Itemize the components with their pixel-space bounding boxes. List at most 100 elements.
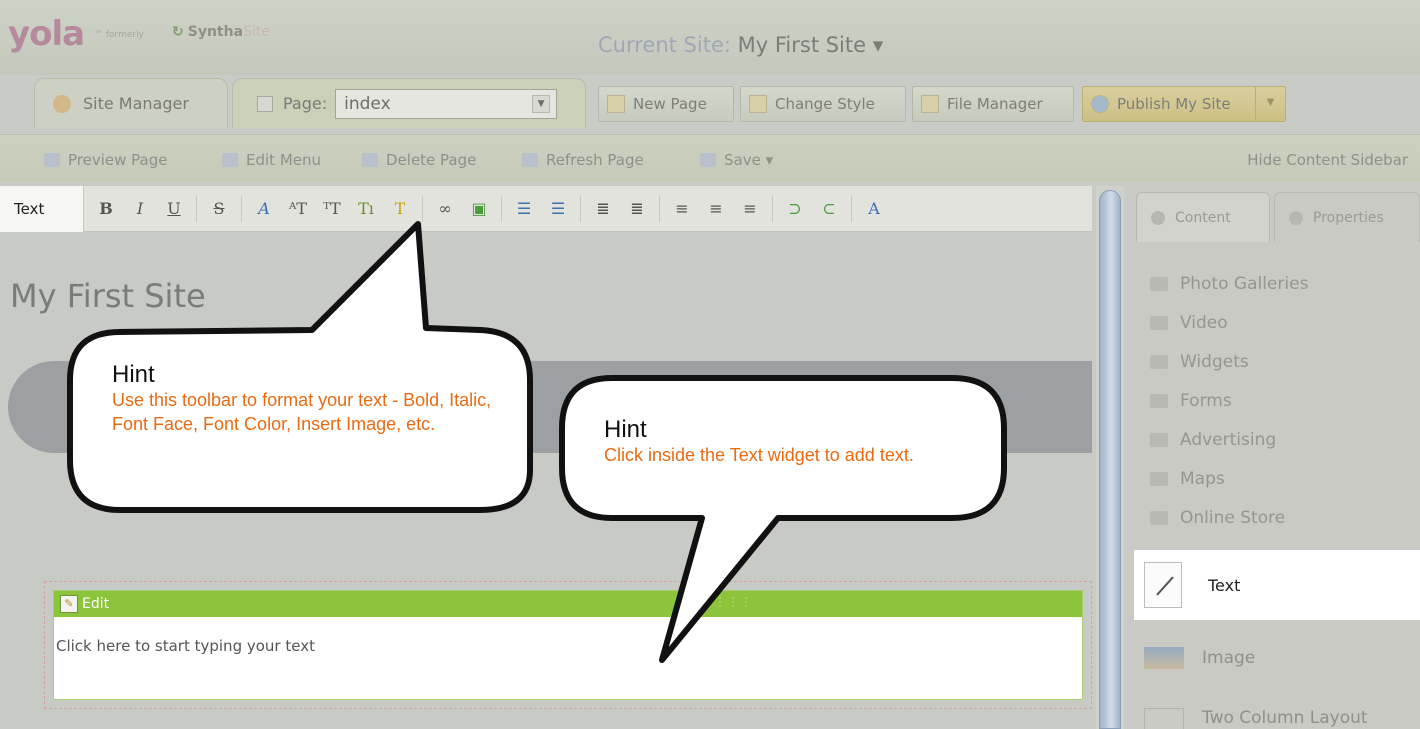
- trademark-mark: ™: [94, 30, 103, 40]
- clean-icon[interactable]: A: [862, 197, 886, 221]
- content-tab-icon: [1151, 210, 1165, 225]
- page-select-value: index: [344, 93, 391, 114]
- image-icon: [1144, 647, 1184, 669]
- two-column-layout-tool[interactable]: Two Column Layout: [1144, 708, 1368, 729]
- two-column-layout-label: Two Column Layout: [1202, 708, 1368, 728]
- file-manager-label: File Manager: [947, 95, 1043, 113]
- hint-content: Hint Click inside the Text widget to add…: [604, 416, 1004, 468]
- save-button[interactable]: Save ▾: [700, 151, 773, 169]
- trash-icon: [362, 153, 378, 167]
- sidebar-item-label: Online Store: [1180, 507, 1286, 528]
- new-page-icon: [607, 95, 625, 113]
- tab-content[interactable]: Content: [1136, 192, 1270, 242]
- folder-icon: [1150, 510, 1168, 525]
- text-widget-tool-label: Text: [1208, 575, 1241, 595]
- current-site-name[interactable]: My First Site ▾: [738, 33, 884, 57]
- toolbar-divider: [772, 195, 773, 222]
- current-site-selector[interactable]: Current Site: My First Site ▾: [598, 33, 883, 57]
- sidebar-item-label: Maps: [1180, 468, 1225, 489]
- sidebar-item-label: Photo Galleries: [1180, 273, 1309, 294]
- site-manager-icon: [53, 94, 71, 113]
- new-page-button[interactable]: New Page: [598, 86, 734, 122]
- align-left-icon[interactable]: ≡: [670, 197, 694, 221]
- folder-icon: [1150, 354, 1168, 369]
- text-widget-tool[interactable]: Text: [1134, 550, 1420, 620]
- globe-icon: [1091, 95, 1109, 113]
- sidebar-item-maps[interactable]: Maps: [1150, 459, 1308, 498]
- properties-tab-icon: [1289, 210, 1303, 225]
- sidebar-item-online-store[interactable]: Online Store: [1150, 498, 1308, 537]
- tab-site-manager[interactable]: Site Manager: [34, 78, 228, 128]
- sidebar-item-widgets[interactable]: Widgets: [1150, 342, 1308, 381]
- folder-icon: [1150, 393, 1168, 408]
- sidebar-item-video[interactable]: Video: [1150, 303, 1308, 342]
- scrollbar-thumb[interactable]: [1099, 190, 1121, 729]
- indent-icon[interactable]: ≣: [625, 197, 649, 221]
- toolbar-hint-bubble: Hint Use this toolbar to format your tex…: [60, 180, 540, 520]
- tab-site-manager-label: Site Manager: [83, 94, 189, 113]
- folder-icon: [1150, 276, 1168, 291]
- undo-icon[interactable]: ⊃: [783, 197, 807, 221]
- align-center-icon[interactable]: ≡: [704, 197, 728, 221]
- hint-title: Hint: [604, 416, 647, 443]
- tab-properties-label: Properties: [1313, 209, 1384, 226]
- yola-logo[interactable]: yola: [8, 14, 85, 54]
- sidebar-item-label: Advertising: [1180, 429, 1277, 450]
- change-style-icon: [749, 95, 767, 113]
- page-actions-toolbar: Preview Page Edit Menu Delete Page Refre…: [0, 134, 1420, 182]
- sidebar-item-photo-galleries[interactable]: Photo Galleries: [1150, 264, 1308, 303]
- sidebar-item-label: Forms: [1180, 390, 1232, 411]
- tab-page[interactable]: Page: index ▼: [232, 78, 586, 128]
- magnifier-icon: [44, 153, 60, 167]
- refresh-page-label: Refresh Page: [546, 151, 644, 169]
- chevron-down-icon[interactable]: ▼: [532, 94, 551, 113]
- menu-icon: [222, 153, 238, 167]
- redo-icon[interactable]: ⊂: [817, 197, 841, 221]
- delete-page-button[interactable]: Delete Page: [362, 151, 476, 169]
- publish-button[interactable]: Publish My Site ▼: [1082, 86, 1286, 122]
- sidebar-item-advertising[interactable]: Advertising: [1150, 420, 1308, 459]
- tab-properties[interactable]: Properties: [1274, 192, 1420, 242]
- toolbar-divider: [580, 195, 581, 222]
- page-label: Page:: [283, 94, 328, 113]
- refresh-page-button[interactable]: Refresh Page: [522, 151, 644, 169]
- hint-body: Click inside the Text widget to add text…: [604, 445, 914, 465]
- edit-menu-button[interactable]: Edit Menu: [222, 151, 321, 169]
- content-sidebar: Content Properties Photo Galleries Video…: [1128, 186, 1420, 729]
- synthasite-suffix: Site: [243, 24, 270, 40]
- publish-label: Publish My Site: [1117, 95, 1231, 113]
- change-style-label: Change Style: [775, 95, 875, 113]
- save-icon: [700, 153, 716, 167]
- page-checkbox[interactable]: [257, 95, 273, 112]
- toolbar-divider: [659, 195, 660, 222]
- hide-content-sidebar-link[interactable]: Hide Content Sidebar: [1247, 151, 1408, 169]
- vertical-scrollbar[interactable]: [1096, 186, 1124, 729]
- refresh-icon: [522, 153, 538, 167]
- change-style-button[interactable]: Change Style: [740, 86, 906, 122]
- synthasite-logo: ↻ SynthaSite: [172, 24, 270, 40]
- outdent-icon[interactable]: ≣: [591, 197, 615, 221]
- file-manager-icon: [921, 95, 939, 113]
- publish-dropdown-icon[interactable]: ▼: [1255, 87, 1285, 121]
- pencil-icon: ✎: [60, 595, 78, 613]
- tab-content-label: Content: [1175, 209, 1231, 226]
- hint-content: Hint Use this toolbar to format your tex…: [112, 361, 492, 437]
- sidebar-item-label: Video: [1180, 312, 1228, 333]
- unordered-list-icon[interactable]: ☰: [546, 197, 570, 221]
- page-select[interactable]: index ▼: [335, 88, 558, 119]
- preview-page-label: Preview Page: [68, 151, 168, 169]
- widget-edit-label[interactable]: Edit: [82, 596, 109, 612]
- file-manager-button[interactable]: File Manager: [912, 86, 1074, 122]
- edit-menu-label: Edit Menu: [246, 151, 321, 169]
- align-right-icon[interactable]: ≡: [738, 197, 762, 221]
- save-label: Save ▾: [724, 151, 774, 169]
- image-widget-tool[interactable]: Image: [1144, 636, 1255, 680]
- preview-page-button[interactable]: Preview Page: [44, 151, 167, 169]
- top-header: yola ™ formerly ↻ SynthaSite Current Site…: [0, 0, 1420, 75]
- sidebar-item-label: Widgets: [1180, 351, 1249, 372]
- sidebar-item-forms[interactable]: Forms: [1150, 381, 1308, 420]
- hint-title: Hint: [112, 361, 155, 388]
- current-site-label: Current Site:: [598, 33, 731, 57]
- new-page-label: New Page: [633, 95, 707, 113]
- folder-icon: [1150, 471, 1168, 486]
